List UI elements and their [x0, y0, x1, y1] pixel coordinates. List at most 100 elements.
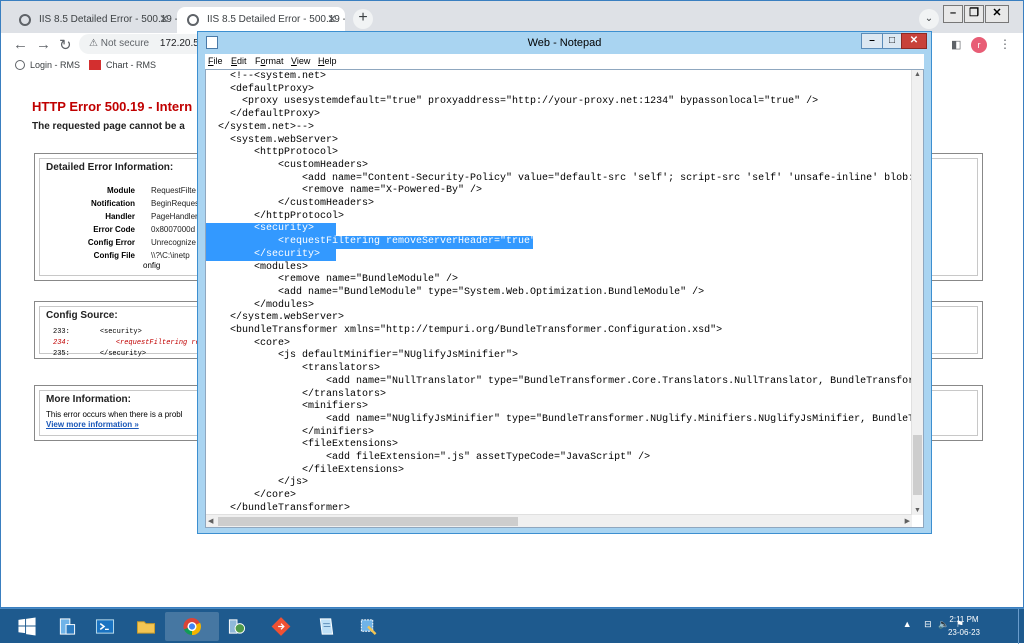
config-source-heading: Config Source: — [46, 310, 118, 321]
source-line: 233: <security> — [53, 328, 142, 336]
code-line: </core> — [206, 490, 297, 502]
menu-format[interactable]: Format — [255, 56, 284, 66]
browser-tab-2[interactable]: IIS 8.5 Detailed Error - 500.19 - In ✕ — [177, 7, 345, 33]
taskbar-tool[interactable] — [341, 612, 395, 641]
detail-value: Unrecognize — [151, 238, 196, 247]
globe-icon — [19, 14, 31, 26]
minimize-button[interactable]: – — [861, 33, 883, 49]
menu-view[interactable]: View — [291, 56, 310, 66]
code-line: <add name="BundleModule" type="System.We… — [206, 286, 705, 298]
powershell-icon — [95, 619, 115, 634]
taskbar: ▲ ⊟ 🔈 ⚑ 2:11 PM 23-06-23 — [0, 608, 1024, 644]
code-line: <add name="Content-Security-Policy" valu… — [206, 172, 912, 184]
menu-rest: iew — [296, 56, 311, 66]
chevron-down-icon[interactable]: ⌄ — [919, 9, 939, 29]
back-icon[interactable]: ← — [13, 36, 28, 53]
vertical-scrollbar[interactable]: ▲ ▼ — [911, 70, 923, 515]
maximize-button[interactable]: □ — [882, 33, 902, 49]
code-line: <core> — [206, 337, 291, 349]
address-bar[interactable]: ⚠ Not secure 172.20.5 — [79, 34, 209, 54]
tray-chevron-up-icon[interactable]: ▲ — [903, 619, 912, 629]
page-title: HTTP Error 500.19 - Intern — [32, 99, 193, 114]
menu-rest: elp — [324, 56, 337, 66]
maximize-button[interactable]: ❐ — [964, 5, 984, 23]
config-file-continued: onfig — [143, 261, 161, 270]
server-manager-icon — [59, 618, 76, 635]
scroll-up-icon[interactable]: ▲ — [914, 71, 921, 78]
line-number: 233: — [53, 328, 70, 336]
browser-tab-1[interactable]: IIS 8.5 Detailed Error - 500.19 - In ✕ — [9, 7, 177, 33]
menu-edit[interactable]: Edit — [231, 56, 247, 66]
close-icon[interactable]: ✕ — [327, 12, 337, 26]
horizontal-scrollbar[interactable]: ◀ ▶ — [206, 514, 912, 527]
chrome-icon — [183, 617, 201, 636]
window-title: Web - Notepad — [527, 37, 602, 49]
tool-icon — [360, 619, 377, 635]
code-line: <js defaultMinifier="NUglifyJsMinifier"> — [206, 350, 519, 362]
code-line: <add fileExtension=".js" assetTypeCode="… — [206, 452, 651, 463]
reload-icon[interactable]: ↻ — [59, 36, 72, 54]
show-desktop-button[interactable] — [1018, 609, 1024, 644]
scroll-thumb[interactable] — [913, 435, 922, 495]
code-line: </defaultProxy> — [206, 109, 321, 121]
sidebar-icon[interactable]: ◧ — [951, 38, 961, 51]
code-line: </httpProtocol> — [206, 210, 345, 222]
bookmark-label: Chart - RMS — [106, 60, 157, 70]
scroll-left-icon[interactable]: ◀ — [208, 517, 213, 525]
close-icon[interactable]: ✕ — [159, 12, 169, 26]
line-text: <security> — [99, 328, 142, 336]
avatar[interactable]: r — [971, 37, 987, 53]
line-number: 234: — [53, 339, 70, 347]
detail-value: PageHandler — [151, 212, 198, 221]
rms-favicon-icon — [89, 60, 101, 70]
security-label: Not secure — [100, 38, 150, 49]
scroll-thumb[interactable] — [218, 517, 518, 526]
scroll-right-icon[interactable]: ▶ — [905, 517, 910, 525]
code-line: </fileExtensions> — [206, 464, 405, 476]
forward-icon[interactable]: → — [36, 36, 51, 53]
line-text: </security> — [99, 350, 147, 358]
menu-file[interactable]: File — [208, 56, 223, 66]
url-text: 172.20.5 — [159, 38, 199, 49]
warning-icon: ⚠ — [89, 38, 98, 49]
tab-title: IIS 8.5 Detailed Error - 500.19 - In — [39, 14, 177, 25]
detail-value: RequestFilte — [151, 186, 196, 195]
windows-logo-icon — [18, 617, 36, 636]
code-line: <!--<system.net> — [206, 71, 327, 82]
menu-rest: dit — [237, 56, 247, 66]
close-button[interactable]: ✕ — [901, 33, 927, 49]
line-text: <requestFiltering re — [115, 339, 200, 347]
code-line: </system.net>--> — [206, 121, 315, 133]
tab-title: IIS 8.5 Detailed Error - 500.19 - In — [207, 14, 345, 25]
notepad-window: Web - Notepad – □ ✕ File Edit Format Vie… — [197, 31, 932, 534]
code-line: <remove name="BundleModule" /> — [206, 274, 459, 286]
network-icon[interactable]: ⊟ — [924, 619, 932, 629]
menu-help[interactable]: Help — [318, 56, 337, 66]
more-info-text: This error occurs when there is a probl — [46, 410, 183, 419]
bookmark-login-rms[interactable]: Login - RMS — [15, 60, 80, 70]
code-line: </js> — [206, 477, 309, 489]
minimize-button[interactable]: – — [943, 5, 963, 23]
taskbar-clock[interactable]: 2:11 PM 23-06-23 — [944, 613, 984, 639]
menu-rest: ile — [213, 56, 223, 66]
globe-icon — [187, 14, 199, 26]
iis-manager-icon — [228, 619, 246, 634]
detail-label: Error Code — [93, 225, 135, 234]
code-line: <defaultProxy> — [206, 83, 315, 95]
detail-value: \\?\C:\inetp — [151, 251, 190, 260]
text-editor[interactable]: <!--<system.net> <defaultProxy> <proxy u… — [205, 69, 924, 528]
code-line: <fileExtensions> — [206, 439, 399, 451]
close-button[interactable]: ✕ — [985, 5, 1009, 23]
globe-icon — [15, 60, 25, 70]
code-line: </minifiers> — [206, 426, 375, 438]
editor-content[interactable]: <!--<system.net> <defaultProxy> <proxy u… — [206, 70, 912, 515]
more-info-link[interactable]: View more information » — [46, 420, 139, 429]
scroll-down-icon[interactable]: ▼ — [914, 507, 921, 514]
code-line: <add name="NullTranslator" type="BundleT… — [206, 375, 912, 387]
detail-label: Config Error — [87, 238, 135, 247]
bookmark-chart-rms[interactable]: Chart - RMS — [89, 60, 156, 70]
menu-icon[interactable]: ⋮ — [999, 37, 1011, 51]
new-tab-button[interactable]: + — [353, 9, 373, 29]
detail-label: Handler — [105, 212, 135, 221]
code-line: <minifiers> — [206, 401, 369, 413]
